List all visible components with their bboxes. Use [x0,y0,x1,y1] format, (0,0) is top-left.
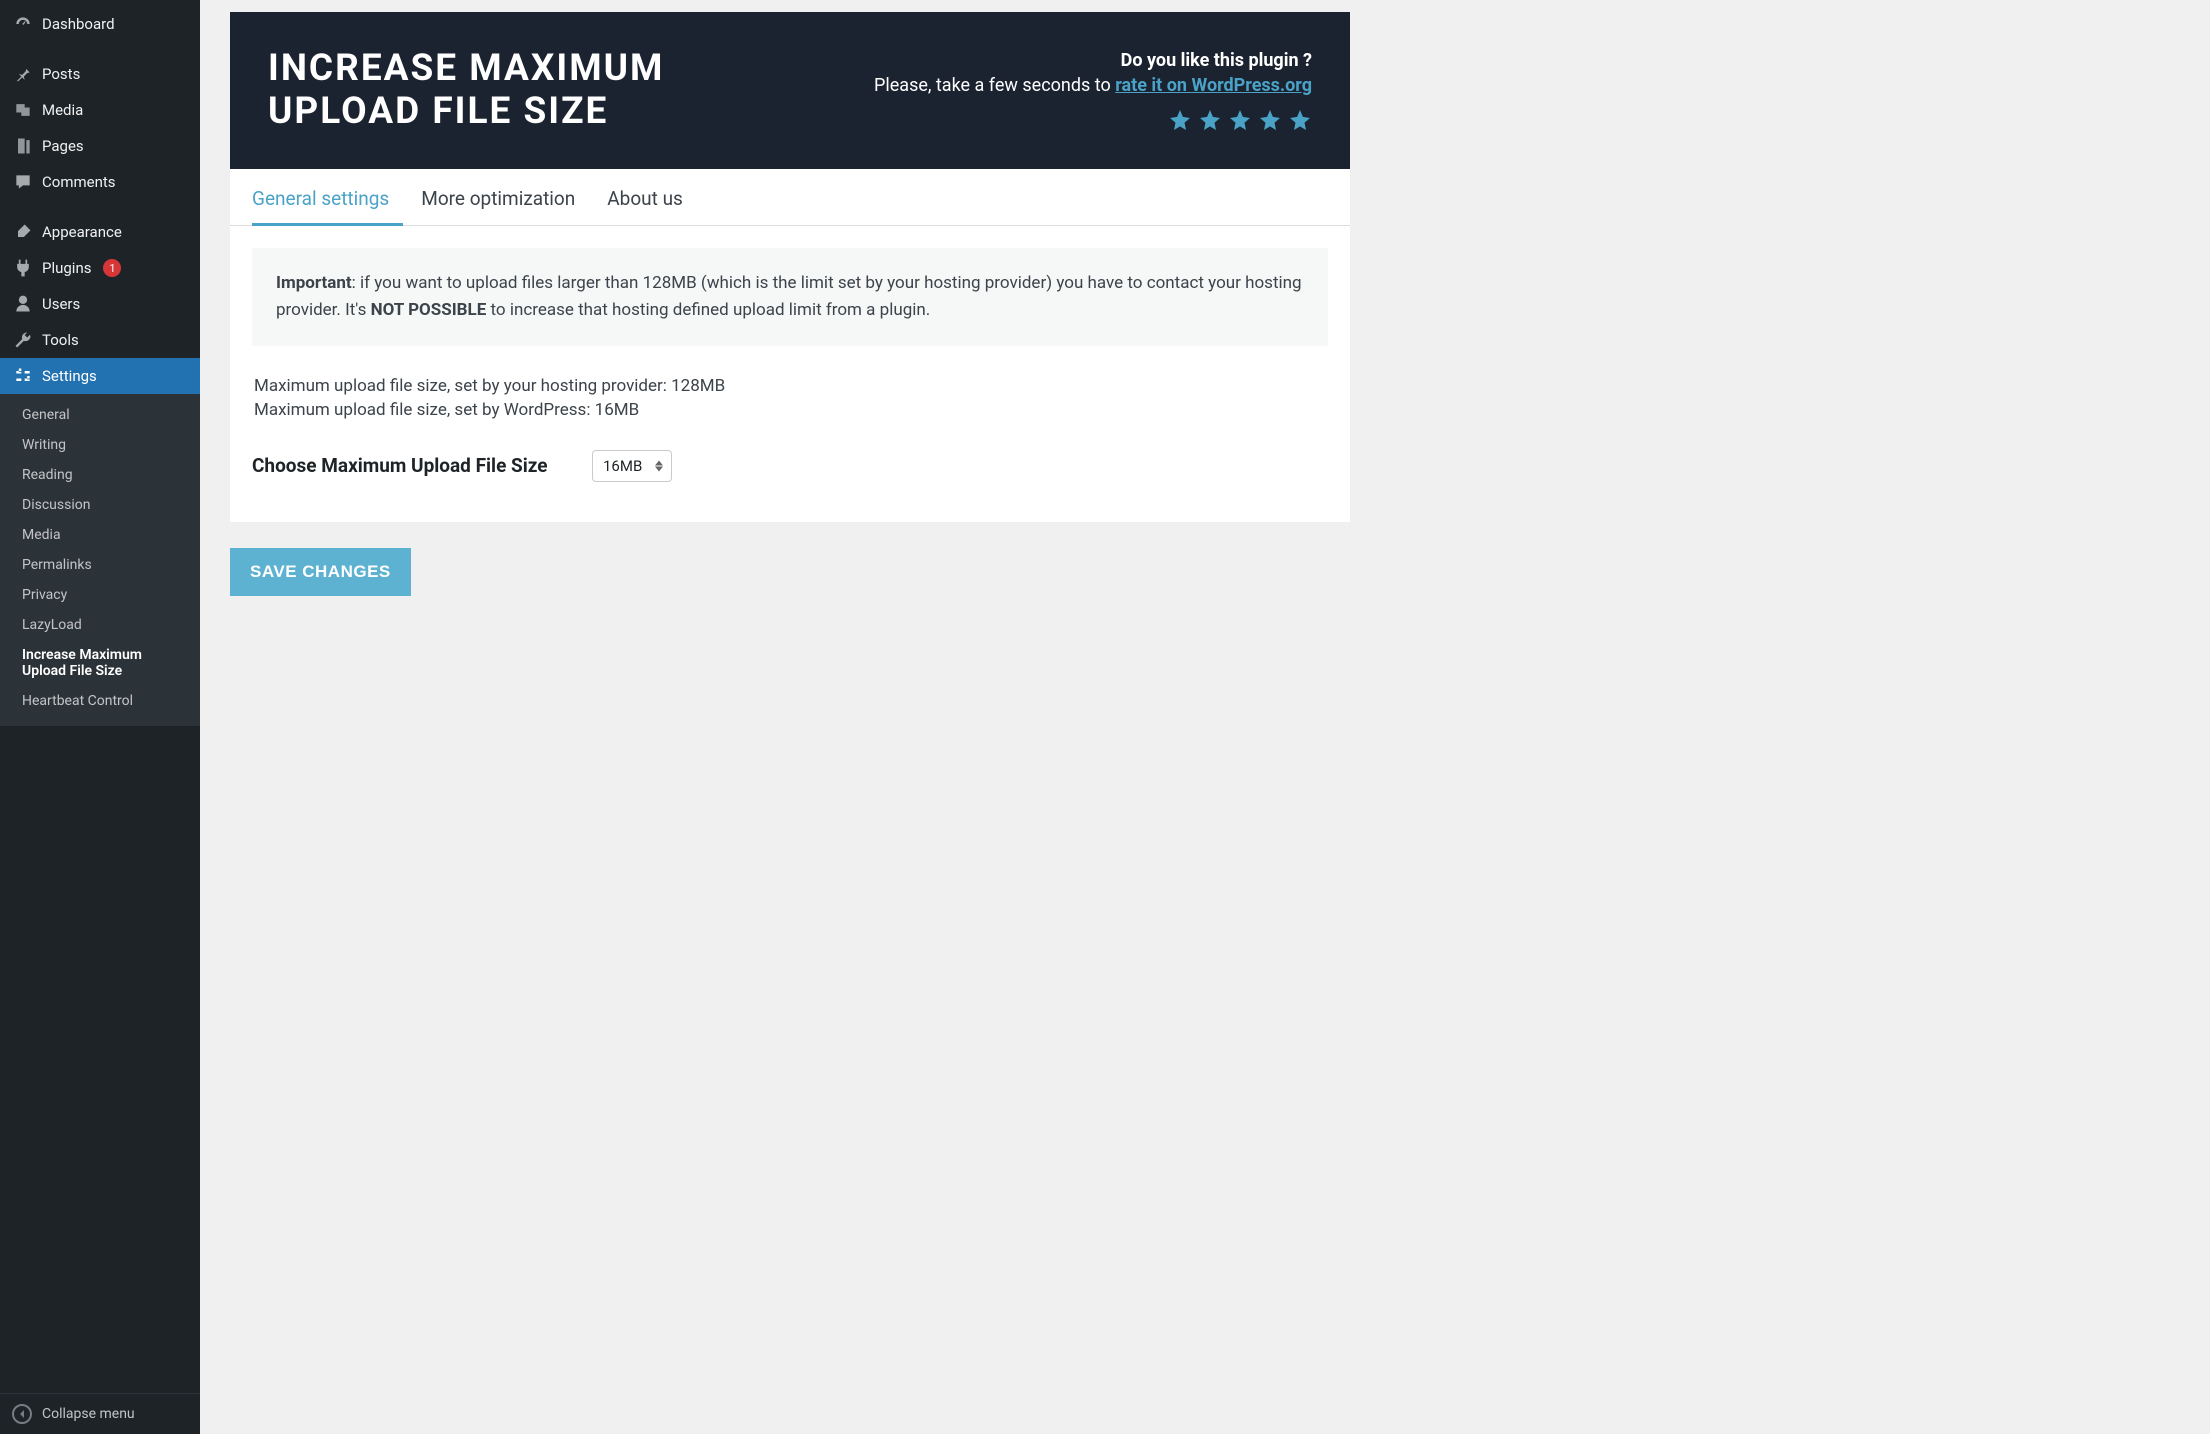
rate-link[interactable]: rate it on WordPress.org [1115,75,1312,96]
save-changes-button[interactable]: SAVE CHANGES [230,548,411,596]
chevron-updown-icon [655,461,663,472]
admin-sidebar: Dashboard Posts Media Pages Comments Appearan… [0,0,200,1434]
rate-plugin-box: Do you like this plugin ? Please, take a… [874,50,1312,132]
notice-text-2: to increase that hosting defined upload … [486,300,930,320]
wrench-icon [12,330,34,350]
submenu-item-heartbeat-control[interactable]: Heartbeat Control [0,686,200,716]
sidebar-item-label: Settings [42,367,97,385]
sidebar-item-media[interactable]: Media [0,92,200,128]
sidebar-item-label: Users [42,295,80,313]
rate-prefix: Please, take a few seconds to [874,75,1115,96]
update-badge: 1 [103,259,121,277]
max-upload-label: Choose Maximum Upload File Size [252,453,592,480]
submenu-item-general[interactable]: General [0,400,200,430]
rate-question: Do you like this plugin ? [874,50,1312,71]
tab-bar: General settings More optimization About… [230,169,1350,226]
sidebar-item-label: Tools [42,331,79,349]
max-upload-select[interactable]: 16MB [592,450,672,482]
tab-about-us[interactable]: About us [607,169,697,225]
star-icon [1288,108,1312,132]
important-label: Important [276,273,352,293]
submenu-item-reading[interactable]: Reading [0,460,200,490]
sidebar-item-label: Dashboard [42,15,115,33]
sidebar-item-appearance[interactable]: Appearance [0,214,200,250]
star-icon [1168,108,1192,132]
media-icon [12,100,34,120]
plugin-title: INCREASE MAXIMUM UPLOAD FILE SIZE [268,48,768,133]
sidebar-item-plugins[interactable]: Plugins 1 [0,250,200,286]
collapse-label: Collapse menu [42,1406,135,1422]
not-possible-label: NOT POSSIBLE [371,300,487,320]
dashboard-icon [12,14,34,34]
submenu-item-permalinks[interactable]: Permalinks [0,550,200,580]
sidebar-item-label: Pages [42,137,84,155]
submenu-item-increase-maximum-upload-file-size[interactable]: Increase Maximum Upload File Size [0,640,200,686]
host-limit-line: Maximum upload file size, set by your ho… [254,376,1328,396]
sliders-icon [12,366,34,386]
sidebar-item-label: Comments [42,173,116,191]
sidebar-item-tools[interactable]: Tools [0,322,200,358]
sidebar-item-posts[interactable]: Posts [0,56,200,92]
star-icon [1198,108,1222,132]
max-upload-field: Choose Maximum Upload File Size 16MB [252,450,1328,482]
pages-icon [12,136,34,156]
max-upload-value: 16MB [603,457,642,475]
important-notice: Important: if you want to upload files l… [252,248,1328,346]
pin-icon [12,64,34,84]
sidebar-item-settings[interactable]: Settings [0,358,200,394]
sidebar-item-label: Plugins [42,259,91,277]
user-icon [12,294,34,314]
tab-more-optimization[interactable]: More optimization [421,169,589,225]
settings-panel: General settings More optimization About… [230,169,1350,522]
collapse-menu-button[interactable]: Collapse menu [0,1393,200,1434]
sidebar-item-label: Posts [42,65,80,83]
plugin-banner: INCREASE MAXIMUM UPLOAD FILE SIZE Do you… [230,12,1350,169]
comment-icon [12,172,34,192]
brush-icon [12,222,34,242]
star-icon [1228,108,1252,132]
sidebar-item-label: Appearance [42,223,122,241]
collapse-icon [12,1404,32,1424]
submenu-item-privacy[interactable]: Privacy [0,580,200,610]
rating-stars[interactable] [874,108,1312,132]
sidebar-item-comments[interactable]: Comments [0,164,200,200]
star-icon [1258,108,1282,132]
submenu-item-writing[interactable]: Writing [0,430,200,460]
submenu-item-discussion[interactable]: Discussion [0,490,200,520]
sidebar-item-users[interactable]: Users [0,286,200,322]
wp-limit-line: Maximum upload file size, set by WordPre… [254,400,1328,420]
tab-general-settings[interactable]: General settings [252,169,403,226]
submenu-item-media[interactable]: Media [0,520,200,550]
sidebar-item-dashboard[interactable]: Dashboard [0,6,200,42]
sidebar-item-pages[interactable]: Pages [0,128,200,164]
plug-icon [12,258,34,278]
submenu-item-lazyload[interactable]: LazyLoad [0,610,200,640]
rate-line: Please, take a few seconds to rate it on… [874,75,1312,96]
main-content: INCREASE MAXIMUM UPLOAD FILE SIZE Do you… [200,0,1400,1434]
sidebar-item-label: Media [42,101,83,119]
